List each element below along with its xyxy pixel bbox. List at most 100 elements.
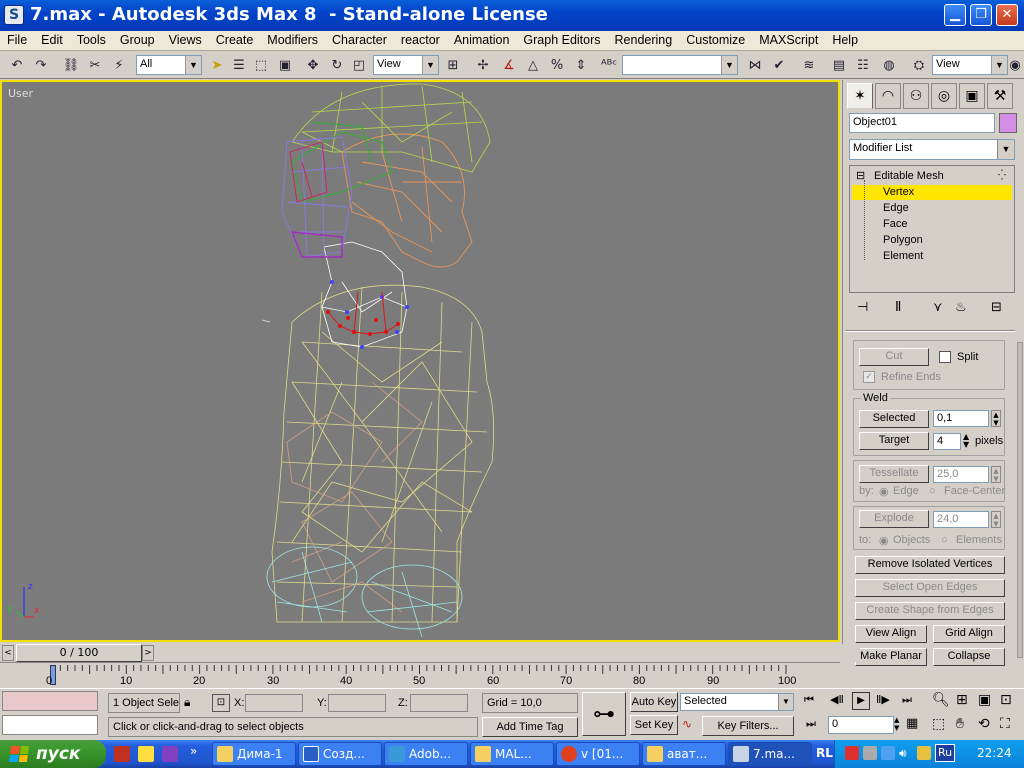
- zoom-extents-icon[interactable]: ▣: [978, 692, 991, 708]
- time-slider-thumb[interactable]: 0 / 100: [16, 644, 142, 662]
- track-bar[interactable]: 0 10 20 30 40 50 60 70 80 90 100: [0, 662, 840, 688]
- clock[interactable]: 22:24: [977, 746, 1012, 760]
- region-zoom-icon[interactable]: ⬚: [932, 716, 945, 732]
- explode-spinner[interactable]: ▲ ▼: [991, 511, 1001, 528]
- tessellate-tension-field[interactable]: 25,0: [933, 466, 989, 483]
- material-editor-icon[interactable]: ◍: [878, 54, 900, 76]
- language-indicator[interactable]: RL: [816, 746, 833, 760]
- snap-icon[interactable]: ∡: [498, 54, 520, 76]
- modifier-list-dropdown[interactable]: Modifier List ▼: [849, 139, 1015, 160]
- weld-target-button[interactable]: Target: [859, 432, 929, 450]
- time-config-icon[interactable]: ▦: [906, 716, 918, 731]
- manipulate-icon[interactable]: ✢: [472, 54, 494, 76]
- stack-item-vertex[interactable]: Vertex: [883, 186, 914, 198]
- tab-hierarchy[interactable]: ⚇: [903, 83, 929, 109]
- stack-item-face[interactable]: Face: [883, 218, 907, 230]
- radio-face-center[interactable]: ○: [929, 485, 936, 497]
- window-crossing-icon[interactable]: ▣: [274, 54, 296, 76]
- show-end-result-icon[interactable]: Ⅱ: [895, 300, 901, 315]
- create-shape-from-edges-button[interactable]: Create Shape from Edges: [855, 602, 1005, 620]
- maximize-viewport-icon[interactable]: ⛶: [1000, 716, 1010, 732]
- tab-utilities[interactable]: ⚒: [987, 83, 1013, 109]
- radio-edge[interactable]: ◉: [879, 485, 889, 498]
- key-mode-icon[interactable]: ⏭: [806, 717, 816, 731]
- undo-icon[interactable]: ↶: [6, 54, 28, 76]
- go-to-end-icon[interactable]: ⏭: [902, 693, 912, 707]
- y-coord-field[interactable]: [328, 694, 386, 712]
- radio-elements[interactable]: ○: [941, 534, 948, 546]
- go-to-start-icon[interactable]: ⏮: [804, 693, 814, 707]
- rect-selection-icon[interactable]: ⬚: [250, 54, 272, 76]
- absolute-mode-icon[interactable]: ⊡: [212, 694, 230, 712]
- set-key-button[interactable]: Set Key: [630, 715, 678, 735]
- quicklaunch-more-icon[interactable]: »: [190, 744, 197, 758]
- align-icon[interactable]: ✔: [768, 54, 790, 76]
- viewport-user[interactable]: User z x y: [0, 80, 840, 642]
- spinner-snap-icon[interactable]: ⇕: [570, 54, 592, 76]
- percent-snap-icon[interactable]: %: [546, 54, 568, 76]
- time-prev-icon[interactable]: <: [2, 645, 14, 661]
- menu-graph-editors[interactable]: Graph Editors: [516, 31, 607, 47]
- tessellate-button[interactable]: Tessellate: [859, 465, 929, 483]
- menu-help[interactable]: Help: [825, 31, 865, 47]
- pivot-center-icon[interactable]: ⊞: [442, 54, 464, 76]
- stack-root-editable-mesh[interactable]: Editable Mesh: [874, 170, 944, 182]
- select-by-name-icon[interactable]: ☰: [228, 54, 250, 76]
- menu-animation[interactable]: Animation: [447, 31, 517, 47]
- menu-tools[interactable]: Tools: [70, 31, 113, 47]
- menu-create[interactable]: Create: [209, 31, 261, 47]
- radio-objects[interactable]: ◉: [879, 534, 889, 547]
- explode-angle-field[interactable]: 24,0: [933, 511, 989, 528]
- next-frame-icon[interactable]: Ⅱ▶: [876, 693, 890, 706]
- named-selection-dropdown[interactable]: ▼: [622, 55, 738, 75]
- layer-manager-icon[interactable]: ≋: [798, 54, 820, 76]
- refine-ends-checkbox[interactable]: ✓: [863, 371, 875, 383]
- key-filters-button[interactable]: Key Filters...: [702, 716, 794, 736]
- set-key-icon[interactable]: ⊶: [582, 692, 626, 736]
- object-color-swatch[interactable]: [999, 113, 1017, 133]
- lock-icon[interactable]: 🔒︎: [184, 695, 190, 710]
- task-word[interactable]: Созд...: [298, 742, 382, 766]
- remove-modifier-icon[interactable]: ♨: [955, 300, 967, 315]
- menu-customize[interactable]: Customize: [679, 31, 752, 47]
- stack-item-edge[interactable]: Edge: [883, 202, 909, 214]
- tray-app1-icon[interactable]: [845, 746, 859, 760]
- x-coord-field[interactable]: [245, 694, 303, 712]
- configure-sets-icon[interactable]: ⊟: [991, 300, 1002, 315]
- start-button[interactable]: пуск: [0, 740, 106, 768]
- make-unique-icon[interactable]: ⋎: [933, 300, 943, 315]
- mirror-icon[interactable]: ⋈: [744, 54, 766, 76]
- play-icon[interactable]: ▶: [852, 692, 870, 710]
- selection-filter-dropdown[interactable]: All ▼: [136, 55, 202, 75]
- prev-frame-icon[interactable]: ◀Ⅱ: [830, 693, 844, 706]
- task-folder-dima[interactable]: Дима-1: [212, 742, 296, 766]
- maxscript-listener-top[interactable]: [2, 691, 98, 711]
- tray-app3-icon[interactable]: [917, 746, 931, 760]
- remove-isolated-vertices-button[interactable]: Remove Isolated Vertices: [855, 556, 1005, 574]
- redo-icon[interactable]: ↷: [30, 54, 52, 76]
- make-planar-button[interactable]: Make Planar: [855, 648, 927, 666]
- zoom-icon[interactable]: 🔍︎: [932, 692, 950, 708]
- select-object-icon[interactable]: ➤: [206, 54, 228, 76]
- weld-threshold-spinner[interactable]: ▲ ▼: [991, 410, 1001, 427]
- frame-spinner[interactable]: ▲ ▼: [894, 716, 899, 732]
- minimize-button[interactable]: ▁: [944, 4, 966, 26]
- app-icon[interactable]: S: [4, 5, 24, 25]
- curve-editor-icon[interactable]: ▤: [828, 54, 850, 76]
- weld-pixels-field[interactable]: 4: [933, 433, 961, 450]
- z-coord-field[interactable]: [410, 694, 468, 712]
- bind-space-warp-icon[interactable]: ⚡: [108, 54, 130, 76]
- tray-lang-icon[interactable]: Ru: [935, 744, 955, 762]
- task-opera[interactable]: v [01...: [556, 742, 640, 766]
- tab-create[interactable]: ✶: [847, 83, 873, 109]
- object-name-field[interactable]: Object01: [849, 113, 995, 133]
- tessellate-spinner[interactable]: ▲ ▼: [991, 466, 1001, 483]
- current-frame-field[interactable]: 0: [828, 716, 894, 734]
- task-3dsmax[interactable]: 7.ma...: [728, 742, 812, 766]
- menu-views[interactable]: Views: [162, 31, 209, 47]
- menu-edit[interactable]: Edit: [34, 31, 70, 47]
- stack-item-element[interactable]: Element: [883, 250, 923, 262]
- grid-align-button[interactable]: Grid Align: [933, 625, 1005, 643]
- task-adobe[interactable]: Adob...: [384, 742, 468, 766]
- schematic-view-icon[interactable]: ☷: [852, 54, 874, 76]
